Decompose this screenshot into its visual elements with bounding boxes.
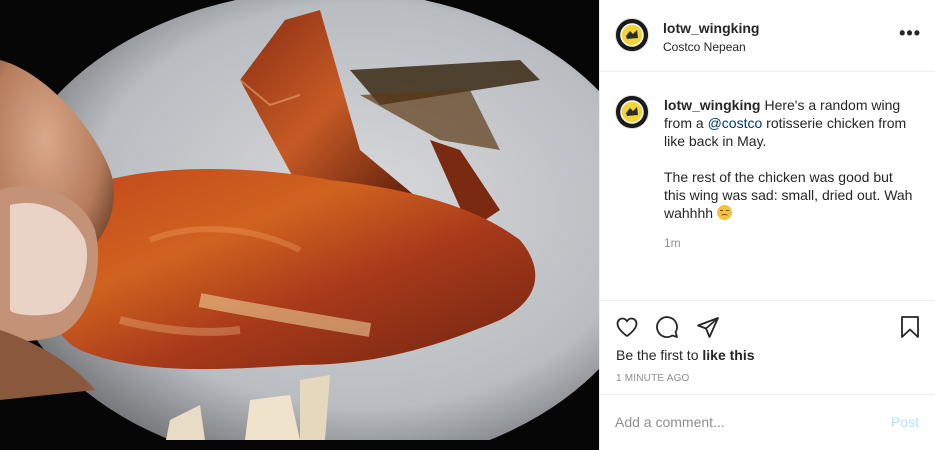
caption-paragraph-2: The rest of the chicken was good but thi… bbox=[664, 169, 913, 221]
header-username[interactable]: lotw_wingking bbox=[663, 20, 759, 36]
add-comment-bar: Post bbox=[600, 394, 935, 450]
more-options-icon[interactable]: ••• bbox=[899, 24, 921, 42]
comment-icon[interactable] bbox=[655, 315, 679, 339]
likes-prefix: Be the first to bbox=[616, 347, 703, 363]
post-caption: lotw_wingking Here's a random wing from a… bbox=[664, 96, 914, 222]
share-icon[interactable] bbox=[696, 315, 720, 339]
instagram-post: lotw_wingking Costco Nepean ••• lotw_win… bbox=[0, 0, 935, 450]
like-this-link[interactable]: like this bbox=[702, 347, 754, 363]
caption-avatar[interactable] bbox=[615, 95, 649, 129]
bookmark-icon[interactable] bbox=[898, 315, 922, 339]
likes-line: Be the first to like this bbox=[616, 347, 755, 363]
caption-age[interactable]: 1m bbox=[664, 236, 681, 250]
header-location[interactable]: Costco Nepean bbox=[663, 40, 746, 54]
heart-icon[interactable] bbox=[615, 315, 639, 339]
post-header: lotw_wingking Costco Nepean ••• bbox=[600, 0, 935, 72]
caption-mention[interactable]: @costco bbox=[708, 115, 763, 131]
post-actions: Be the first to like this 1 MINUTE AGO bbox=[600, 300, 935, 396]
post-side-panel: lotw_wingking Costco Nepean ••• lotw_win… bbox=[599, 0, 935, 450]
avatar[interactable] bbox=[615, 18, 649, 52]
caption-username[interactable]: lotw_wingking bbox=[664, 97, 760, 113]
post-comment-button[interactable]: Post bbox=[891, 414, 919, 430]
disappointed-face-icon bbox=[716, 205, 732, 220]
chicken-wing-image bbox=[0, 0, 599, 450]
post-timestamp[interactable]: 1 MINUTE AGO bbox=[616, 373, 690, 384]
post-photo[interactable] bbox=[0, 0, 599, 450]
wingking-logo-icon bbox=[616, 96, 648, 128]
comment-input[interactable] bbox=[615, 411, 865, 433]
wingking-logo-icon bbox=[616, 19, 648, 51]
